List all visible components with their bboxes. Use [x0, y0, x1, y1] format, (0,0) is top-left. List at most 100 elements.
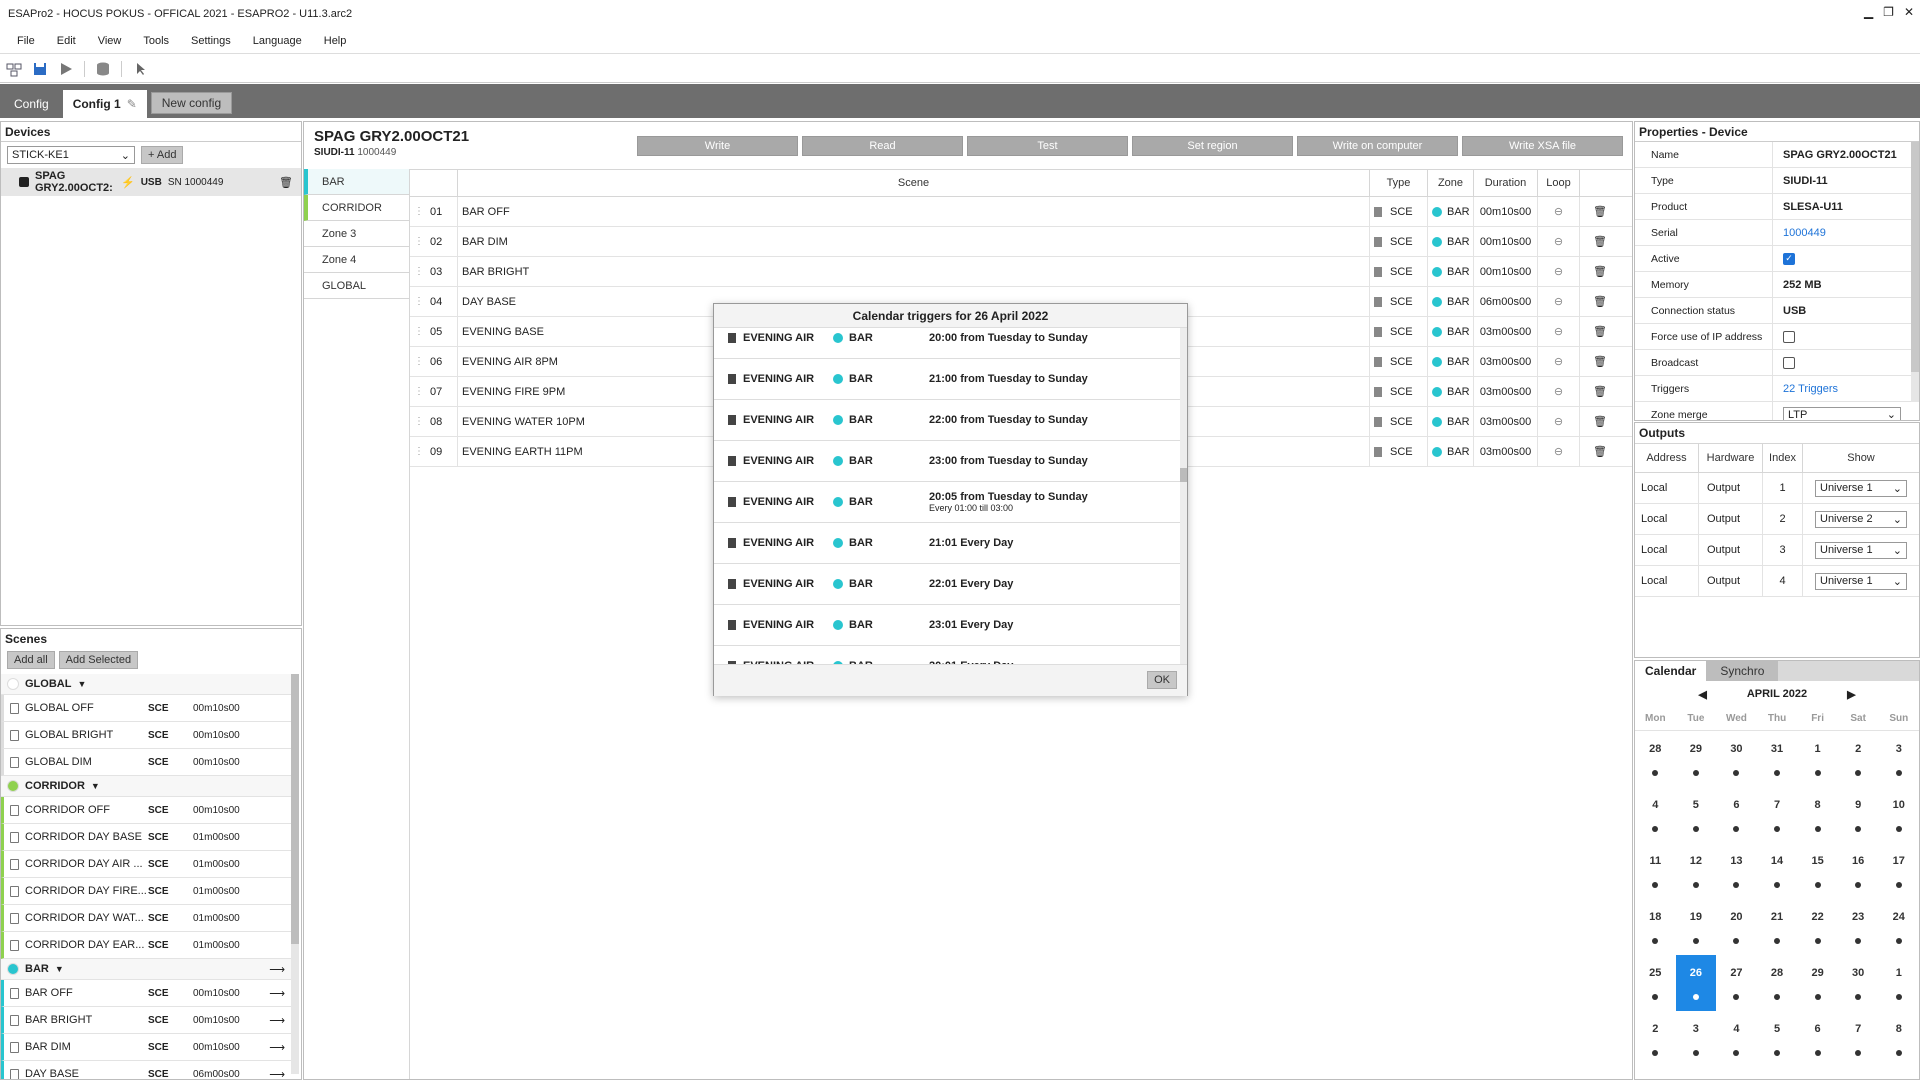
drag-handle-icon[interactable]: ⋮ — [414, 206, 424, 217]
calendar-day[interactable]: 2 — [1838, 731, 1879, 787]
drag-handle-icon[interactable]: ⋮ — [414, 416, 424, 427]
tab-calendar[interactable]: Calendar — [1635, 661, 1707, 681]
properties-scrollbar-thumb[interactable] — [1911, 142, 1919, 372]
calendar-day[interactable]: 15 — [1797, 843, 1838, 899]
loop-icon[interactable]: ⊖ — [1538, 227, 1580, 256]
menu-language[interactable]: Language — [242, 35, 313, 47]
prev-month-icon[interactable]: ◀ — [1698, 688, 1706, 701]
loop-icon[interactable]: ⊖ — [1538, 287, 1580, 316]
calendar-day[interactable]: 5 — [1757, 1011, 1798, 1067]
calendar-day[interactable]: 7 — [1757, 787, 1798, 843]
zone-tab-zone-3[interactable]: Zone 3 — [304, 221, 409, 247]
drag-handle-icon[interactable]: ⋮ — [414, 386, 424, 397]
calendar-day[interactable]: 25 — [1635, 955, 1676, 1011]
scene-group-header[interactable]: BAR ▼ ⟶ — [1, 959, 291, 980]
calendar-day[interactable]: 1 — [1797, 731, 1838, 787]
zone-tab-zone-4[interactable]: Zone 4 — [304, 247, 409, 273]
trigger-item[interactable]: EVENING AIR BAR 22:01 Every Day — [714, 564, 1180, 605]
restore-icon[interactable]: ❐ — [1883, 5, 1894, 19]
trigger-item[interactable]: EVENING AIR BAR 20:05 from Tuesday to Su… — [714, 482, 1180, 523]
calendar-day[interactable]: 6 — [1716, 787, 1757, 843]
table-row[interactable]: ⋮ 02 BAR DIM SCE BAR 00m10s00 ⊖ 🗑 — [410, 227, 1632, 257]
add-all-button[interactable]: Add all — [7, 651, 55, 669]
calendar-day[interactable]: 12 — [1676, 843, 1717, 899]
trash-icon[interactable]: 🗑 — [1580, 287, 1620, 316]
calendar-day[interactable]: 1 — [1878, 955, 1919, 1011]
calendar-day[interactable]: 9 — [1838, 787, 1879, 843]
scenes-scrollbar-thumb[interactable] — [291, 674, 299, 944]
pointer-icon[interactable] — [132, 61, 148, 77]
device-select[interactable]: STICK-KE1 ⌄ — [7, 146, 135, 164]
calendar-day[interactable]: 30 — [1716, 731, 1757, 787]
zone-tab-corridor[interactable]: CORRIDOR — [304, 195, 409, 221]
calendar-day[interactable]: 2 — [1635, 1011, 1676, 1067]
next-month-icon[interactable]: ▶ — [1847, 688, 1855, 701]
calendar-day[interactable]: 16 — [1838, 843, 1879, 899]
trigger-item[interactable]: EVENING AIR BAR 22:00 from Tuesday to Su… — [714, 400, 1180, 441]
play-icon[interactable] — [58, 61, 74, 77]
universe-select[interactable]: Universe 2 ⌄ — [1815, 510, 1907, 528]
calendar-day[interactable]: 7 — [1838, 1011, 1879, 1067]
chevron-down-icon[interactable]: ▼ — [91, 781, 100, 791]
property-link[interactable]: 22 Triggers — [1783, 383, 1838, 395]
checkbox[interactable] — [1783, 330, 1795, 343]
test-button[interactable]: Test — [967, 136, 1128, 156]
drag-handle-icon[interactable]: ⋮ — [414, 266, 424, 277]
zone-tab-bar[interactable]: BAR — [304, 169, 409, 195]
write-on-computer-button[interactable]: Write on computer — [1297, 136, 1458, 156]
loop-icon[interactable]: ⊖ — [1538, 407, 1580, 436]
write-xsa-file-button[interactable]: Write XSA file — [1462, 136, 1623, 156]
write-button[interactable]: Write — [637, 136, 798, 156]
trash-icon[interactable]: 🗑 — [1580, 437, 1620, 466]
drag-handle-icon[interactable]: ⋮ — [414, 296, 424, 307]
trigger-item[interactable]: EVENING AIR BAR 20:00 from Tuesday to Su… — [714, 328, 1180, 359]
properties-scrollbar[interactable] — [1911, 142, 1919, 402]
trash-icon[interactable]: 🗑 — [1580, 407, 1620, 436]
scene-group-header[interactable]: CORRIDOR ▼ — [1, 776, 291, 797]
menu-edit[interactable]: Edit — [46, 35, 87, 47]
universe-select[interactable]: Universe 1 ⌄ — [1815, 541, 1907, 559]
scene-list-item[interactable]: GLOBAL BRIGHT SCE 00m10s00 — [1, 722, 291, 749]
arrow-right-icon[interactable]: ⟶ — [269, 1014, 285, 1027]
universe-select[interactable]: Universe 1 ⌄ — [1815, 479, 1907, 497]
trash-icon[interactable]: 🗑 — [1580, 317, 1620, 346]
calendar-day[interactable]: 8 — [1797, 787, 1838, 843]
calendar-day[interactable]: 10 — [1878, 787, 1919, 843]
trigger-item[interactable]: EVENING AIR BAR 21:00 from Tuesday to Su… — [714, 359, 1180, 400]
calendar-day[interactable]: 20 — [1716, 899, 1757, 955]
trash-icon[interactable]: 🗑 — [1580, 197, 1620, 226]
add-selected-button[interactable]: Add Selected — [58, 651, 139, 669]
table-row[interactable]: ⋮ 03 BAR BRIGHT SCE BAR 00m10s00 ⊖ 🗑 — [410, 257, 1632, 287]
scene-list-item[interactable]: GLOBAL DIM SCE 00m10s00 — [1, 749, 291, 776]
loop-icon[interactable]: ⊖ — [1538, 317, 1580, 346]
scene-list-item[interactable]: BAR OFF SCE 00m10s00 ⟶ — [1, 980, 291, 1007]
calendar-day[interactable]: 22 — [1797, 899, 1838, 955]
trigger-item[interactable]: EVENING AIR BAR 20:01 Every Day — [714, 646, 1180, 664]
calendar-day[interactable]: 17 — [1878, 843, 1919, 899]
calendar-day[interactable]: 31 — [1757, 731, 1798, 787]
checkbox[interactable] — [1783, 356, 1795, 369]
trigger-scrollbar[interactable] — [1180, 328, 1187, 664]
scene-group-header[interactable]: GLOBAL ▼ — [1, 674, 291, 695]
chevron-down-icon[interactable]: ▼ — [77, 679, 86, 689]
loop-icon[interactable]: ⊖ — [1538, 197, 1580, 226]
calendar-day[interactable]: 3 — [1878, 731, 1919, 787]
calendar-day[interactable]: 29 — [1676, 731, 1717, 787]
arrow-right-icon[interactable]: ⟶ — [269, 987, 285, 1000]
save-icon[interactable] — [32, 61, 48, 77]
zone-tab-global[interactable]: GLOBAL — [304, 273, 409, 299]
read-button[interactable]: Read — [802, 136, 963, 156]
device-item[interactable]: SPAG GRY2.00OCT2: ⚡ USB SN 1000449 🗑 — [1, 168, 301, 196]
drag-handle-icon[interactable]: ⋮ — [414, 356, 424, 367]
menu-tools[interactable]: Tools — [132, 35, 180, 47]
loop-icon[interactable]: ⊖ — [1538, 257, 1580, 286]
calendar-day[interactable]: 14 — [1757, 843, 1798, 899]
property-link[interactable]: 1000449 — [1783, 227, 1826, 239]
scene-list-item[interactable]: DAY BASE SCE 06m00s00 ⟶ — [1, 1061, 291, 1080]
arrow-right-icon[interactable]: ⟶ — [269, 1068, 285, 1080]
calendar-day[interactable]: 5 — [1676, 787, 1717, 843]
loop-icon[interactable]: ⊖ — [1538, 347, 1580, 376]
calendar-day[interactable]: 4 — [1635, 787, 1676, 843]
chevron-down-icon[interactable]: ▼ — [55, 964, 64, 974]
calendar-day[interactable]: 3 — [1676, 1011, 1717, 1067]
